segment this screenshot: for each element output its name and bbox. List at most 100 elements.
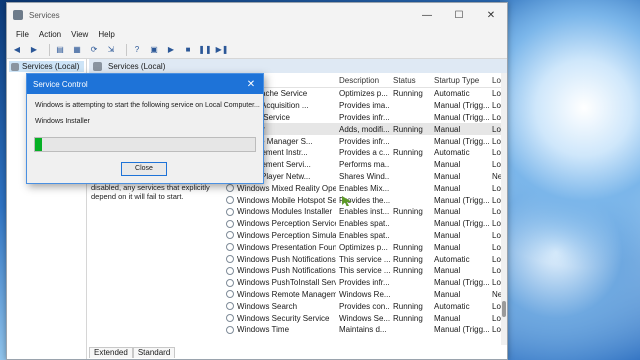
pause-service-icon[interactable]: ❚❚ — [198, 44, 211, 56]
gear-icon — [226, 255, 234, 264]
properties-icon[interactable]: ▦ — [71, 44, 83, 56]
table-row[interactable]: Management Instr... Provides a c... Runnin… — [223, 147, 507, 159]
menu-bar: File Action View Help — [7, 27, 507, 41]
tree-item-services-local[interactable]: Services (Local) — [9, 61, 84, 72]
table-row[interactable]: Media Player Netw... Shares Wind... Manual… — [223, 171, 507, 183]
table-row[interactable]: Windows Perception Simulat... Enables spa… — [223, 230, 507, 242]
service-startup: Automatic — [434, 301, 470, 311]
service-startup: Manual — [434, 230, 461, 240]
service-startup: Manual — [434, 207, 461, 217]
service-startup: Automatic — [434, 254, 470, 264]
services-app-icon — [13, 10, 23, 20]
table-row[interactable]: Windows Push Notifications... This servic… — [223, 253, 507, 265]
service-desc: Optimizes p... — [339, 242, 388, 252]
start-service-icon[interactable]: ▶ — [165, 44, 177, 56]
service-startup: Manual (Trigg... — [434, 112, 489, 122]
menu-help[interactable]: Help — [93, 30, 119, 39]
service-name: Windows Perception Simulat... — [223, 231, 336, 240]
gear-icon — [226, 266, 234, 275]
minimize-button[interactable]: — — [411, 10, 443, 21]
service-status: Running — [393, 207, 423, 217]
service-desc: Adds, modifi... — [339, 124, 390, 134]
refresh-icon[interactable]: ⟳ — [88, 44, 100, 56]
stop-service-icon[interactable]: ■ — [182, 44, 194, 56]
column-description[interactable]: Description — [336, 76, 390, 85]
service-name-label: Windows Perception Service — [237, 219, 336, 229]
gear-icon — [226, 219, 234, 228]
service-desc: Windows Se... — [339, 313, 390, 323]
service-name-label: Windows Remote Manageme... — [237, 289, 336, 299]
tree-item-label: Services (Local) — [22, 62, 80, 71]
table-row[interactable]: Windows Push Notifications... This servic… — [223, 265, 507, 277]
service-name-label: Windows Mixed Reality Ope... — [237, 183, 336, 193]
service-status: Running — [393, 254, 423, 264]
service-desc: Enables spat... — [339, 219, 390, 229]
table-row[interactable]: Windows Modules Installer Enables inst...… — [223, 206, 507, 218]
service-status: Running — [393, 266, 423, 276]
column-status[interactable]: Status — [390, 76, 431, 85]
menu-action[interactable]: Action — [34, 30, 66, 39]
service-name: Windows Perception Service — [223, 219, 336, 228]
console-icon[interactable]: ▣ — [148, 44, 160, 56]
service-desc: This service ... — [339, 266, 390, 276]
table-row[interactable]: Windows Mobile Hotspot Se... Provides the… — [223, 194, 507, 206]
service-desc: Provides infr... — [339, 278, 390, 288]
help-icon[interactable]: ? — [131, 44, 143, 56]
service-startup: Automatic — [434, 148, 470, 158]
table-row[interactable]: Font Cache Service Optimizes p... Running A… — [223, 88, 507, 100]
table-row[interactable]: Windows PushToInstall Servi... Provides i… — [223, 277, 507, 289]
service-status: Running — [393, 124, 423, 134]
service-desc: Windows Re... — [339, 289, 390, 299]
menu-view[interactable]: View — [66, 30, 93, 39]
forward-icon[interactable]: ▶ — [28, 44, 40, 56]
service-name-label: Windows Security Service — [237, 313, 330, 323]
table-row[interactable]: InstallerAdds, modifi...RunningManualLoc — [223, 123, 507, 136]
close-window-button[interactable]: ✕ — [475, 10, 507, 21]
restart-service-icon[interactable]: ▶❚ — [216, 44, 229, 56]
export-list-icon[interactable]: ⇲ — [105, 44, 117, 56]
pane-header: Services (Local) — [89, 59, 507, 73]
table-row[interactable]: Windows Remote Manageme...Windows Re... M… — [223, 289, 507, 301]
show-tree-icon[interactable]: ▤ — [54, 44, 66, 56]
dialog-close-icon[interactable]: ✕ — [239, 79, 263, 90]
table-row[interactable]: Management Servi... Performs ma... Manual L… — [223, 159, 507, 171]
service-status: Running — [393, 89, 423, 99]
dialog-title: Service Control — [33, 79, 88, 89]
gear-icon — [226, 290, 234, 299]
start-progress-bar — [34, 137, 256, 152]
service-name-label: Windows Push Notifications... — [237, 254, 336, 264]
service-status: Running — [393, 148, 423, 158]
service-desc: Optimizes p... — [339, 89, 388, 99]
service-startup: Manual (Trigg... — [434, 136, 489, 146]
service-startup: Manual — [434, 171, 461, 181]
toolbar: ◀ ▶ ▤ ▦ ⟳ ⇲ ? ▣ ▶ ■ ❚❚ ▶❚ — [7, 41, 507, 59]
table-row[interactable]: Windows Presentation Foun... Optimizes p.… — [223, 241, 507, 253]
tab-extended[interactable]: Extended — [89, 347, 133, 358]
table-row[interactable]: License Manager S... Provides infr... Manu… — [223, 135, 507, 147]
window-title: Services — [29, 10, 60, 20]
service-name-label: Windows Push Notifications... — [237, 266, 336, 276]
column-startup-type[interactable]: Startup Type — [431, 76, 489, 85]
scrollbar-thumb[interactable] — [502, 301, 506, 317]
pane-title: Services (Local) — [108, 61, 166, 71]
service-startup: Manual — [434, 124, 461, 134]
service-startup: Automatic — [434, 89, 470, 99]
gear-icon — [226, 207, 234, 216]
tab-standard[interactable]: Standard — [132, 347, 176, 358]
table-row[interactable]: Windows Security Service Windows Se... Run… — [223, 312, 507, 324]
title-bar: Services — ☐ ✕ — [7, 3, 507, 27]
menu-file[interactable]: File — [11, 30, 34, 39]
service-desc: Enables spat... — [339, 230, 390, 240]
table-row[interactable]: Windows Mixed Reality Ope... Enables Mix.… — [223, 182, 507, 194]
vertical-scrollbar[interactable] — [501, 73, 507, 345]
table-row[interactable]: Windows Perception Service Enables spat..… — [223, 218, 507, 230]
maximize-button[interactable]: ☐ — [443, 10, 475, 21]
close-button[interactable]: Close — [121, 162, 167, 176]
table-row[interactable]: Windows Search Provides con... Running Auto… — [223, 300, 507, 312]
table-row[interactable]: Insider ServiceProvides infr...Manual (T… — [223, 112, 507, 124]
back-icon[interactable]: ◀ — [11, 44, 23, 56]
service-status: Running — [393, 301, 423, 311]
table-row[interactable]: Windows Time Maintains d... Manual (Trigg.… — [223, 324, 507, 336]
service-desc: This service ... — [339, 254, 390, 264]
table-row[interactable]: Image Acquisition ... Provides ima... Manu… — [223, 100, 507, 112]
